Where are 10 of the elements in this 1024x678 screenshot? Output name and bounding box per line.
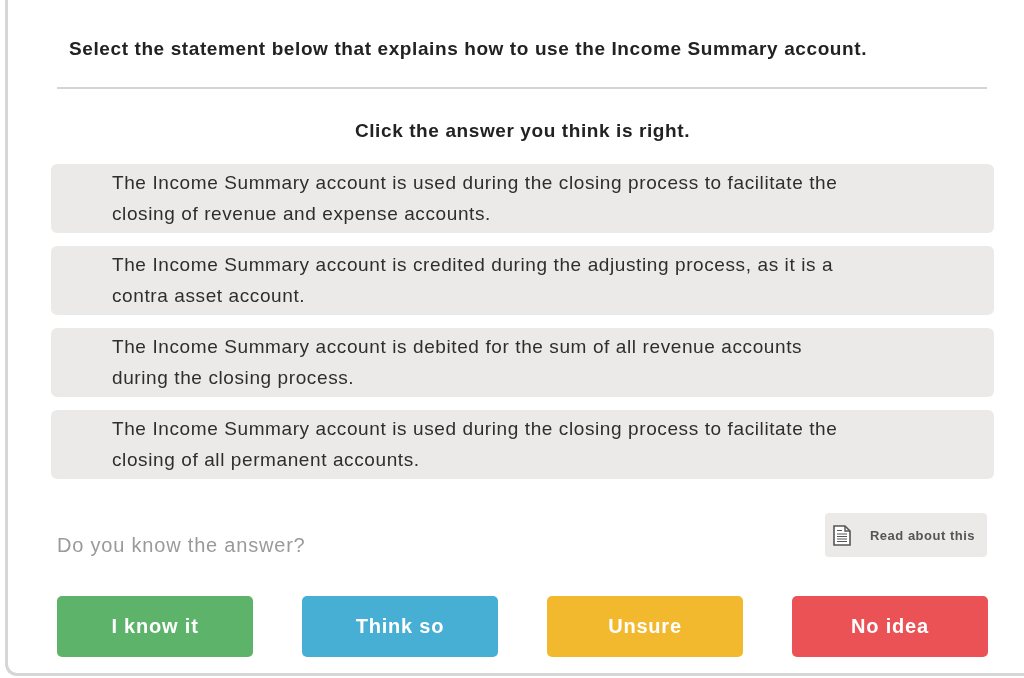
- answer-option[interactable]: The Income Summary account is used during the closing process to facilitate the closing of revenue and expense accounts.: [51, 164, 994, 233]
- instruction-text: Click the answer you think is right.: [354, 119, 691, 143]
- confidence-prompt: Do you know the answer?: [57, 533, 306, 557]
- read-about-button[interactable]: Read about this: [825, 513, 987, 557]
- answer-option[interactable]: The Income Summary account is debited for the sum of all revenue accounts during the closing process.: [51, 328, 994, 397]
- question-text: Select the statement below that explains how to use the Income Summary account.: [68, 37, 868, 61]
- answer-option[interactable]: The Income Summary account is used during the closing process to facilitate the closing of all permanent accounts.: [51, 410, 994, 479]
- document-icon: [833, 524, 851, 546]
- confidence-button[interactable]: No idea: [792, 596, 988, 657]
- answer-option[interactable]: The Income Summary account is credited during the adjusting process, as it is a contra asset account.: [51, 246, 994, 315]
